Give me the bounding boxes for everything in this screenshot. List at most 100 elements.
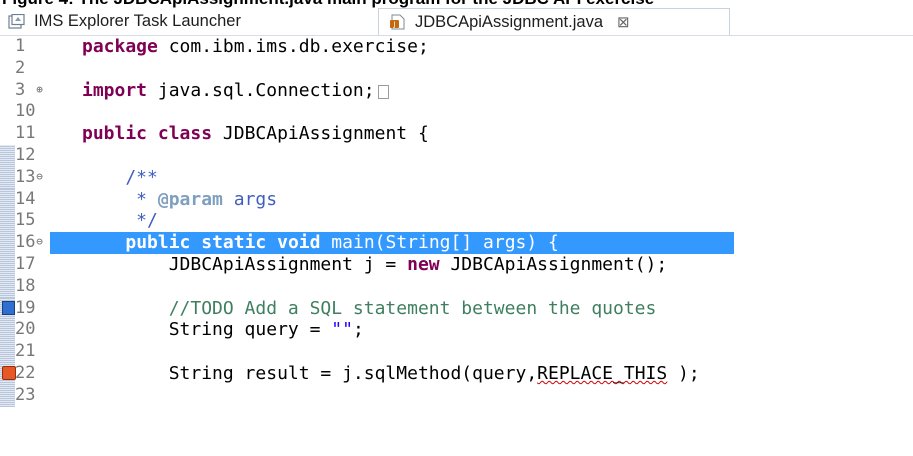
code-token: com.ibm.ims.db.exercise; bbox=[157, 36, 429, 57]
code-token: * bbox=[82, 188, 158, 210]
tab-label: JDBCApiAssignment.java bbox=[415, 12, 603, 31]
line-number: 14 bbox=[15, 188, 36, 209]
tab-ims-explorer-task-launcher[interactable]: IMS Explorer Task Launcher bbox=[4, 8, 374, 35]
range-indicator bbox=[0, 232, 15, 254]
code-line[interactable]: 11 public class JDBCApiAssignment { bbox=[0, 123, 913, 145]
collapse-fold-icon[interactable]: ⊖ bbox=[34, 236, 45, 247]
line-number: 18 bbox=[15, 275, 36, 296]
java-code-editor[interactable]: 1 package com.ibm.ims.db.exercise; 2 3 ⊕ impo… bbox=[0, 36, 913, 456]
code-text: JDBCApiAssignment j = new JDBCApiAssignm… bbox=[82, 254, 668, 276]
java-file-icon: J bbox=[390, 14, 405, 30]
code-line[interactable]: 18 bbox=[0, 275, 913, 298]
code-line[interactable]: 17 JDBCApiAssignment j = new JDBCApiAssi… bbox=[0, 254, 913, 276]
code-token: void bbox=[277, 232, 321, 254]
range-indicator bbox=[0, 166, 15, 189]
line-number: 19 bbox=[15, 297, 36, 318]
code-line[interactable]: 21 bbox=[0, 341, 913, 363]
task-launcher-icon bbox=[8, 13, 25, 29]
code-token: package bbox=[82, 36, 158, 57]
range-indicator bbox=[0, 145, 15, 167]
code-token: class bbox=[157, 123, 213, 145]
range-indicator bbox=[0, 254, 15, 276]
tab-label: IMS Explorer Task Launcher bbox=[34, 12, 241, 30]
line-number: 21 bbox=[15, 341, 36, 362]
code-token: /** bbox=[82, 166, 158, 188]
code-token: */ bbox=[82, 210, 158, 232]
code-line[interactable]: 23 bbox=[0, 384, 913, 407]
code-line[interactable]: 15 */ bbox=[0, 210, 913, 233]
code-token: ; bbox=[352, 319, 364, 341]
code-text: */ bbox=[82, 210, 158, 232]
range-indicator bbox=[0, 319, 15, 342]
code-token: ); bbox=[667, 363, 700, 384]
range-indicator bbox=[0, 341, 15, 363]
code-token: JDBCApiAssignment { bbox=[212, 123, 429, 145]
range-indicator bbox=[0, 188, 15, 211]
code-token: args bbox=[222, 188, 278, 210]
collapse-fold-icon[interactable]: ⊖ bbox=[34, 171, 45, 182]
code-line[interactable]: 12 bbox=[0, 145, 913, 167]
code-token: //TODO Add a SQL statement between the q… bbox=[82, 297, 657, 319]
code-text: public static void main(String[] args) { bbox=[82, 232, 559, 254]
code-token: @param bbox=[157, 188, 223, 210]
code-token: REPLACE_THIS bbox=[537, 363, 668, 384]
code-text: String result = j.sqlMethod(query,REPLAC… bbox=[82, 363, 700, 385]
code-text: package com.ibm.ims.db.exercise; bbox=[82, 36, 429, 58]
code-line[interactable]: 19 //TODO Add a SQL statement between th… bbox=[0, 297, 913, 320]
code-line[interactable]: 2 bbox=[0, 58, 913, 80]
code-line[interactable]: 14 * @param args bbox=[0, 188, 913, 211]
document-header-fragment: Figure 4: The JDBCApiAssignment.java mai… bbox=[0, 0, 913, 8]
svg-text:J: J bbox=[392, 21, 395, 29]
range-indicator bbox=[0, 384, 15, 407]
close-tab-icon[interactable]: ⊠ bbox=[617, 13, 630, 31]
line-number: 1 bbox=[15, 36, 26, 56]
code-token: JDBCApiAssignment j = bbox=[82, 254, 408, 275]
code-token: JDBCApiAssignment(); bbox=[439, 254, 668, 275]
code-line[interactable]: 22 String result = j.sqlMethod(query,REP… bbox=[0, 363, 913, 385]
code-line[interactable]: 13 ⊖ /** bbox=[0, 166, 913, 189]
task-marker-icon[interactable] bbox=[2, 300, 15, 315]
collapsed-region-icon[interactable] bbox=[377, 84, 389, 99]
line-number: 12 bbox=[15, 145, 36, 165]
range-indicator bbox=[0, 210, 15, 233]
line-number: 15 bbox=[15, 210, 36, 231]
code-token: main(String[] args) { bbox=[320, 232, 559, 254]
code-text: import java.sql.Connection; bbox=[82, 80, 389, 102]
code-token: static bbox=[201, 232, 267, 254]
code-line[interactable]: 16 ⊖ public static void main(String[] arg… bbox=[0, 232, 913, 254]
range-indicator bbox=[0, 275, 15, 298]
code-text: * @param args bbox=[82, 189, 277, 211]
line-number: 17 bbox=[15, 254, 36, 274]
code-text: String query = ""; bbox=[82, 319, 364, 341]
code-token: public bbox=[125, 232, 191, 254]
tab-jdbcapiassignment-java[interactable]: J JDBCApiAssignment.java ⊠ bbox=[378, 8, 730, 35]
code-token: public bbox=[82, 123, 148, 145]
editor-tab-bar: IMS Explorer Task Launcher J JDBCApiAssi… bbox=[0, 8, 913, 36]
expand-fold-icon[interactable]: ⊕ bbox=[34, 84, 45, 95]
code-token: import bbox=[82, 79, 148, 101]
line-number: 20 bbox=[15, 319, 36, 340]
code-token: "" bbox=[331, 319, 353, 341]
code-text: public class JDBCApiAssignment { bbox=[82, 123, 429, 145]
code-line[interactable]: 1 package com.ibm.ims.db.exercise; bbox=[0, 36, 913, 58]
code-token: String result = j.sqlMethod(query, bbox=[82, 363, 538, 384]
code-token: new bbox=[407, 254, 440, 275]
line-number: 11 bbox=[15, 123, 36, 144]
line-number: 23 bbox=[15, 384, 36, 405]
line-number: 2 bbox=[15, 57, 26, 78]
line-number: 22 bbox=[15, 363, 36, 383]
code-token: String query = bbox=[82, 319, 332, 341]
header-fragment-text: Figure 4: The JDBCApiAssignment.java mai… bbox=[2, 0, 654, 8]
code-line[interactable]: 20 String query = ""; bbox=[0, 319, 913, 342]
error-marker-icon[interactable] bbox=[2, 366, 16, 380]
code-text: //TODO Add a SQL statement between the q… bbox=[82, 297, 657, 320]
code-text: /** bbox=[82, 167, 158, 189]
code-line[interactable]: 3 ⊕ import java.sql.Connection; bbox=[0, 80, 913, 102]
code-line[interactable]: 10 bbox=[0, 101, 913, 123]
code-token: java.sql.Connection; bbox=[147, 79, 375, 101]
line-number: 10 bbox=[15, 101, 36, 122]
